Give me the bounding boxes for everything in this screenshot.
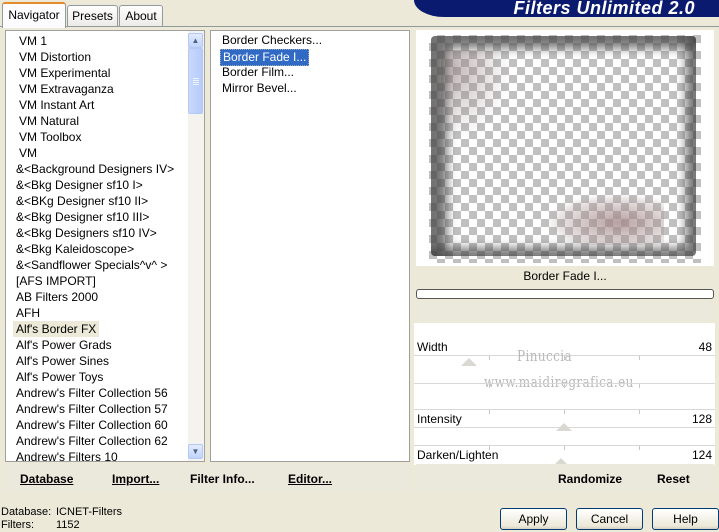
filter-item[interactable]: Border Checkers... <box>220 33 324 48</box>
intensity-slider[interactable] <box>414 423 715 444</box>
category-item[interactable]: AFH <box>13 305 43 321</box>
border-fade-preview <box>431 36 696 256</box>
filter-controls: Width 48 Pinuccia www.maidiregrafica.eu … <box>414 323 715 466</box>
database-info: Database: ICNET-Filters Filters: 1152 <box>1 506 122 532</box>
category-item[interactable]: VM Experimental <box>16 65 113 81</box>
category-item[interactable]: &<Bkg Kaleidoscope> <box>13 241 137 257</box>
scroll-thumb[interactable] <box>188 48 203 114</box>
tab-presets[interactable]: Presets <box>67 5 118 26</box>
progress-bar <box>416 289 714 299</box>
watermark-name: Pinuccia <box>517 347 573 365</box>
category-item[interactable]: Alf's Border FX <box>13 321 100 337</box>
filters-count-value: 1152 <box>56 519 80 531</box>
category-item[interactable]: Andrew's Filter Collection 60 <box>13 417 171 433</box>
category-item[interactable]: VM Extravaganza <box>16 81 117 97</box>
category-item[interactable]: Alf's Power Toys <box>13 369 106 385</box>
brand-banner: Filters Unlimited 2.0 <box>414 0 719 17</box>
preview-filter-name: Border Fade I... <box>523 269 607 283</box>
category-item[interactable]: VM Distortion <box>16 49 94 65</box>
category-item[interactable]: &<Sandflower Specials^v^ > <box>13 257 170 273</box>
category-scrollbar[interactable]: ▲ ▼ <box>188 31 204 461</box>
category-item[interactable]: Andrew's Filters 10 <box>13 449 121 461</box>
category-item[interactable]: Alf's Power Grads <box>13 337 115 353</box>
tab-about[interactable]: About <box>119 5 163 26</box>
filter-item[interactable]: Border Film... <box>220 65 296 80</box>
category-item[interactable]: &<Background Designers IV> <box>13 161 177 177</box>
category-item[interactable]: [AFS IMPORT] <box>13 273 99 289</box>
scroll-up-button[interactable]: ▲ <box>188 33 203 48</box>
randomize-button[interactable]: Randomize <box>558 471 622 487</box>
import-button[interactable]: Import... <box>112 471 159 487</box>
category-item[interactable]: Andrew's Filter Collection 56 <box>13 385 171 401</box>
width-slider-knob[interactable] <box>461 358 477 366</box>
category-item[interactable]: &<Bkg Designer sf10 I> <box>13 177 146 193</box>
bottom-toolbar: Database Import... Filter Info... Editor… <box>5 464 410 492</box>
database-label: Database: <box>1 506 52 518</box>
filter-item[interactable]: Mirror Bevel... <box>220 81 299 96</box>
category-item[interactable]: VM Natural <box>16 113 82 129</box>
filter-list-panel: Border Checkers... Border Fade I... Border… <box>210 30 410 462</box>
category-item[interactable]: Andrew's Filter Collection 57 <box>13 401 171 417</box>
category-item[interactable]: &<Bkg Designers sf10 IV> <box>13 225 160 241</box>
category-list-panel: VM 1 VM Distortion VM Experimental VM Extra… <box>5 30 205 462</box>
category-item[interactable]: Andrew's Filter Collection 62 <box>13 433 171 449</box>
reset-button[interactable]: Reset <box>657 471 690 487</box>
tab-navigator[interactable]: Navigator <box>2 2 66 28</box>
darken-lighten-slider[interactable] <box>414 445 715 466</box>
database-button[interactable]: Database <box>20 471 73 487</box>
width-label: Width <box>417 340 448 354</box>
scroll-down-button[interactable]: ▼ <box>188 444 203 459</box>
tab-bar: Navigator Presets About Filters Unlimite… <box>0 0 719 28</box>
database-value: ICNET-Filters <box>56 506 122 518</box>
width-value: 48 <box>698 340 712 354</box>
intensity-slider-knob[interactable] <box>556 423 572 431</box>
category-item[interactable]: VM <box>16 145 40 161</box>
filter-item[interactable]: Border Fade I... <box>220 49 310 66</box>
preset-toolbar: Randomize Reset <box>416 464 714 492</box>
preview-area <box>416 30 714 266</box>
category-item[interactable]: VM 1 <box>16 33 50 49</box>
category-item[interactable]: Alf's Power Sines <box>13 353 112 369</box>
filter-info-button[interactable]: Filter Info... <box>190 471 255 487</box>
category-item[interactable]: &<BKg Designer sf10 II> <box>13 193 151 209</box>
filters-count-label: Filters: <box>1 519 34 531</box>
category-item[interactable]: AB Filters 2000 <box>13 289 101 305</box>
category-item[interactable]: VM Instant Art <box>16 97 97 113</box>
category-item[interactable]: VM Toolbox <box>16 129 84 145</box>
editor-button[interactable]: Editor... <box>288 471 332 487</box>
category-list[interactable]: VM 1 VM Distortion VM Experimental VM Extra… <box>6 31 188 461</box>
category-item[interactable]: &<Bkg Designer sf10 III> <box>13 209 152 225</box>
